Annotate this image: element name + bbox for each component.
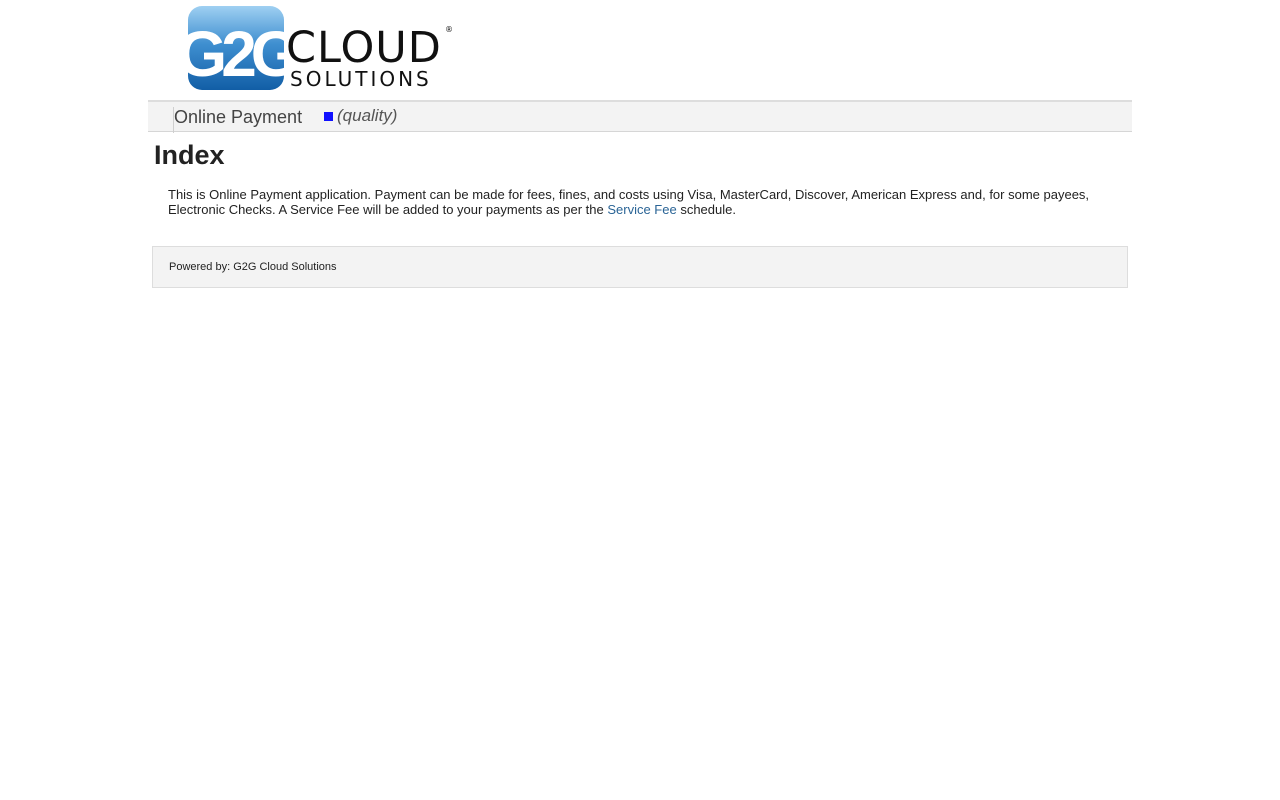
footer: Powered by: G2G Cloud Solutions xyxy=(152,246,1128,288)
logo-word-cloud: CLOUD xyxy=(286,23,442,73)
page: G2G CLOUD ® SOLUTIONS Online Payment (qu… xyxy=(0,0,1280,800)
g2g-cloud-solutions-logo[interactable]: G2G CLOUD ® SOLUTIONS xyxy=(188,6,452,92)
logo-word-solutions: SOLUTIONS xyxy=(290,67,432,91)
powered-by-text: Powered by: G2G Cloud Solutions xyxy=(169,261,337,273)
logo-mark-text: G2G xyxy=(188,18,297,90)
intro-text-after-link: schedule. xyxy=(676,202,736,217)
logo-graphic: G2G CLOUD ® SOLUTIONS xyxy=(188,6,452,91)
environment-label: (quality) xyxy=(337,106,398,125)
nav-online-payment-link[interactable]: Online Payment xyxy=(174,106,302,128)
page-title: Index xyxy=(154,140,225,170)
top-nav-bar: Online Payment (quality) xyxy=(148,100,1132,133)
intro-paragraph: This is Online Payment application. Paym… xyxy=(168,187,1108,217)
environment-square-icon xyxy=(324,112,333,121)
service-fee-link[interactable]: Service Fee xyxy=(607,202,676,217)
logo-registered-mark: ® xyxy=(445,25,452,34)
